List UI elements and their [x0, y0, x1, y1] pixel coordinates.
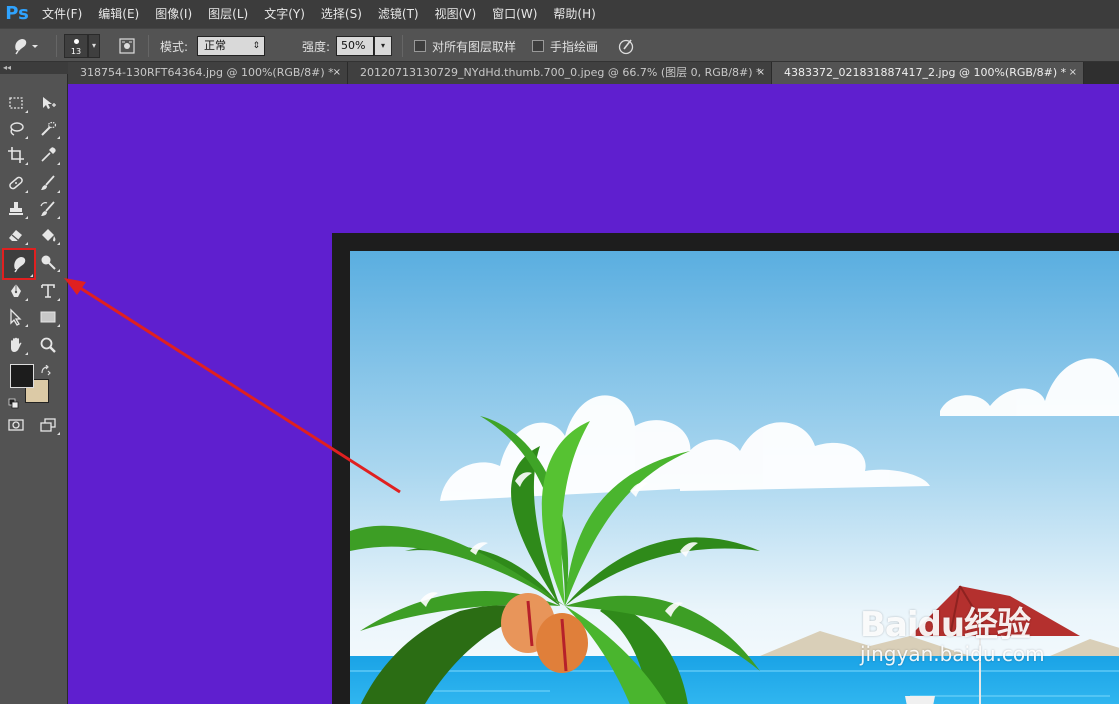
rectangle-shape-icon: [40, 311, 56, 323]
tool-brush[interactable]: [35, 172, 61, 194]
menu-help[interactable]: 帮助(H): [545, 0, 603, 28]
eyedropper-icon: [41, 147, 56, 162]
eraser-icon: [9, 230, 22, 241]
tool-preset-picker[interactable]: [10, 29, 40, 63]
menu-image[interactable]: 图像(I): [147, 0, 200, 28]
tool-pen[interactable]: [3, 280, 29, 302]
tab-document-2[interactable]: 20120713130729_NYdHd.thumb.700_0.jpeg @ …: [348, 62, 772, 84]
mode-select[interactable]: 正常 ⇕: [197, 36, 265, 56]
smudge-preset-icon: [15, 39, 38, 55]
tool-history-brush[interactable]: [35, 198, 61, 220]
menu-edit[interactable]: 编辑(E): [90, 0, 147, 28]
tab-document-3[interactable]: 4383372_021831887417_2.jpg @ 100%(RGB/8#…: [772, 62, 1084, 84]
menu-bar: Ps 文件(F) 编辑(E) 图像(I) 图层(L) 文字(Y) 选择(S) 滤…: [0, 0, 1119, 28]
menu-layer[interactable]: 图层(L): [200, 0, 256, 28]
crop-icon: [8, 147, 24, 163]
smudge-icon: [14, 257, 26, 273]
toolbox-collapse[interactable]: ◂◂: [0, 62, 68, 74]
healing-brush-icon: [9, 176, 23, 190]
tool-healing-brush[interactable]: [3, 172, 29, 194]
watermark-url: jingyan.baidu.com: [860, 642, 1045, 666]
mode-select-value: 正常: [204, 39, 226, 52]
tool-dodge[interactable]: [35, 251, 61, 273]
menu-view[interactable]: 视图(V): [427, 0, 485, 28]
pen-pressure-icon: [618, 39, 634, 55]
zoom-icon: [40, 337, 56, 353]
tab-close-icon[interactable]: ×: [757, 62, 765, 84]
tool-path-selection[interactable]: [3, 306, 29, 328]
menu-filter[interactable]: 滤镜(T): [370, 0, 427, 28]
quick-mask-mode[interactable]: [3, 414, 29, 436]
brush-icon: [41, 175, 55, 190]
move-icon: [43, 97, 56, 109]
tool-type[interactable]: [35, 280, 61, 302]
watermark-brand: Baidu经验: [860, 605, 1031, 645]
foreground-color-swatch[interactable]: [10, 364, 34, 388]
tool-clone-stamp[interactable]: [3, 198, 29, 220]
menu-window[interactable]: 窗口(W): [484, 0, 545, 28]
quick-mask-icon: [8, 419, 24, 431]
menu-file[interactable]: 文件(F): [34, 0, 90, 28]
select-arrows-icon: ⇕: [252, 41, 260, 51]
tool-eyedropper[interactable]: [35, 144, 61, 166]
menu-select[interactable]: 选择(S): [313, 0, 370, 28]
tab-close-icon[interactable]: ×: [1069, 62, 1077, 84]
tool-rectangular-marquee[interactable]: [3, 92, 29, 114]
mode-label: 模式:: [160, 39, 189, 54]
tool-quick-selection[interactable]: [35, 118, 61, 140]
tool-rectangle[interactable]: [35, 306, 61, 328]
default-colors-icon[interactable]: [8, 395, 20, 409]
tab-label: 4383372_021831887417_2.jpg @ 100%(RGB/8#…: [784, 66, 1067, 79]
hand-icon: [11, 337, 22, 352]
brush-size-picker[interactable]: 13: [64, 34, 88, 58]
sample-all-layers-label: 对所有图层取样: [432, 39, 517, 54]
tools-panel: ◂◂: [0, 62, 68, 704]
screen-mode[interactable]: [35, 414, 61, 436]
tool-crop[interactable]: [3, 144, 29, 166]
sample-all-layers-checkbox[interactable]: [414, 40, 426, 52]
pressure-toggle[interactable]: [616, 29, 636, 63]
paint-bucket-icon: [42, 229, 56, 242]
history-brush-icon: [40, 201, 55, 216]
menu-type[interactable]: 文字(Y): [256, 0, 313, 28]
brush-panel-icon: [119, 38, 135, 54]
tab-label: 318754-130RFT64364.jpg @ 100%(RGB/8#) *: [80, 66, 334, 79]
tool-lasso[interactable]: [3, 118, 29, 140]
tool-hand[interactable]: [3, 334, 29, 356]
brush-dropdown-arrow[interactable]: ▾: [88, 34, 100, 58]
brush-size-value: 13: [70, 47, 82, 56]
brush-panel-toggle[interactable]: [118, 29, 136, 63]
photoshop-window: Ps 文件(F) 编辑(E) 图像(I) 图层(L) 文字(Y) 选择(S) 滤…: [0, 0, 1119, 704]
tool-smudge[interactable]: [2, 248, 36, 280]
dodge-icon: [41, 255, 56, 270]
strength-label: 强度:: [302, 39, 331, 54]
tool-zoom[interactable]: [35, 334, 61, 356]
strength-input[interactable]: 50%: [336, 36, 374, 56]
clone-stamp-icon: [9, 202, 23, 215]
photoshop-logo: Ps: [5, 3, 29, 24]
options-bar: 13 ▾ 模式: 正常 ⇕ 强度: 50% ▾ 对所有图层取样 手指绘画: [0, 28, 1119, 62]
rectangular-marquee-icon: [9, 97, 23, 109]
tool-move[interactable]: [35, 92, 61, 114]
type-icon: [41, 284, 55, 298]
strength-dropdown-arrow[interactable]: ▾: [374, 36, 392, 56]
screen-mode-icon: [40, 418, 56, 432]
lasso-icon: [10, 122, 24, 136]
finger-painting-checkbox[interactable]: [532, 40, 544, 52]
strength-value: 50%: [341, 39, 366, 52]
pen-icon: [11, 284, 21, 297]
baidu-jingyan-watermark: Baidu经验 jingyan.baidu.com: [860, 608, 1045, 666]
tool-paint-bucket[interactable]: [35, 224, 61, 246]
document-tab-bar: 318754-130RFT64364.jpg @ 100%(RGB/8#) * …: [68, 62, 1119, 84]
swap-colors-icon[interactable]: [40, 362, 52, 376]
tab-label: 20120713130729_NYdHd.thumb.700_0.jpeg @ …: [360, 66, 762, 79]
finger-painting-label: 手指绘画: [550, 39, 599, 54]
tab-document-1[interactable]: 318754-130RFT64364.jpg @ 100%(RGB/8#) * …: [68, 62, 348, 84]
tool-eraser[interactable]: [3, 224, 29, 246]
quick-selection-icon: [41, 121, 57, 136]
path-selection-icon: [10, 308, 22, 326]
tab-close-icon[interactable]: ×: [333, 62, 341, 84]
